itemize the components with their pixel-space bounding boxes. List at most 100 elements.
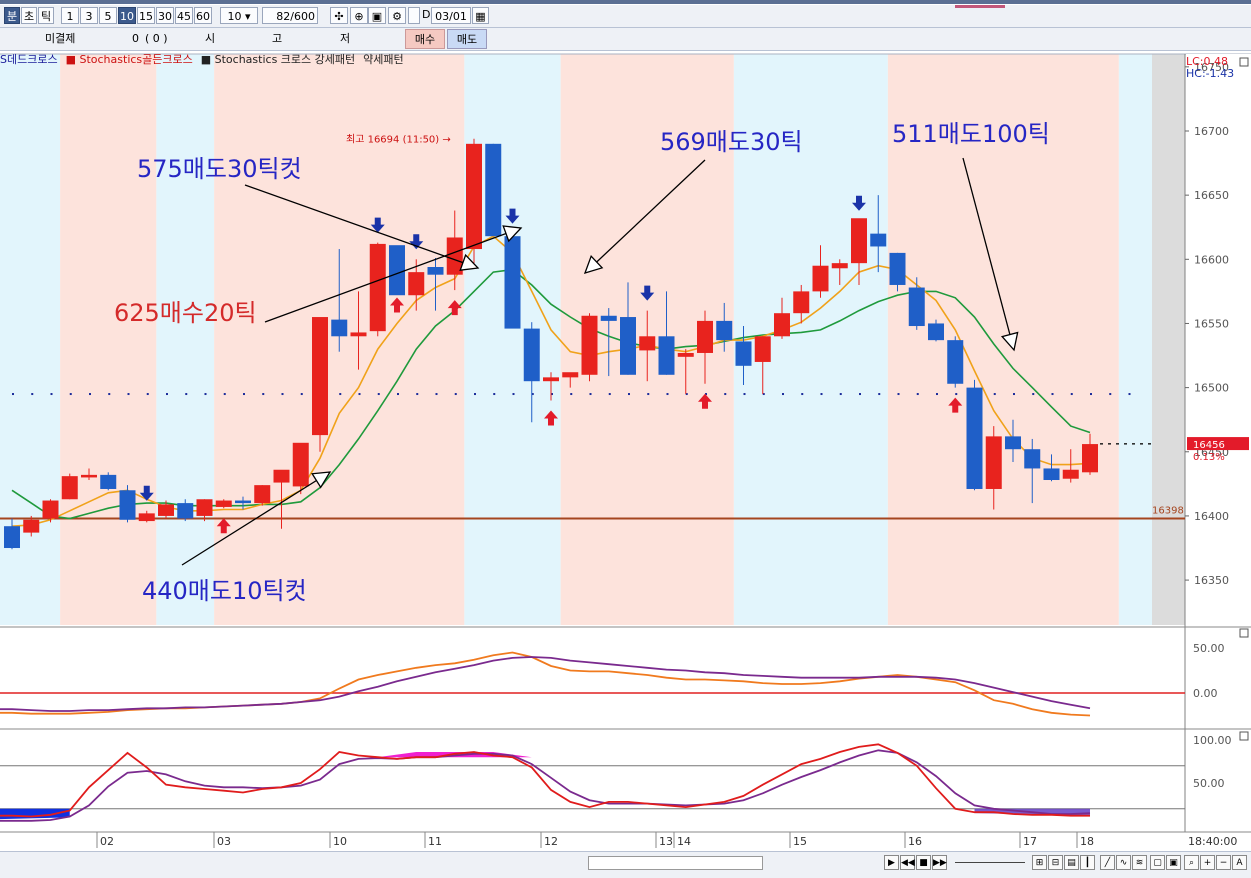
annotation-575-text: 575매도30틱컷 xyxy=(137,155,302,183)
dotted-level-dot-20 xyxy=(397,393,399,396)
dotted-level-dot-57 xyxy=(1109,393,1112,396)
candle-body-20 xyxy=(389,245,405,296)
dotted-level-dot-34 xyxy=(666,393,669,396)
candle-body-16 xyxy=(312,317,328,436)
candle-body-4 xyxy=(81,474,97,478)
current-price-dash-1116 xyxy=(1116,443,1119,445)
candle-body-40 xyxy=(774,313,790,337)
line-icon[interactable]: ┃ xyxy=(1080,855,1095,870)
legend-item-2: ■ Stochastics 크로스 강세패턴 xyxy=(200,53,356,66)
current-price-label: 16456 xyxy=(1193,440,1225,451)
time-label-5: 13 xyxy=(659,835,673,848)
candle-body-27 xyxy=(523,328,540,382)
macd-tick-1: 0.00 xyxy=(1193,687,1218,700)
stoch-red-line xyxy=(0,743,1090,818)
candle-body-55 xyxy=(1062,469,1079,479)
play-icon[interactable]: ▶ xyxy=(884,855,899,870)
candle-body-36 xyxy=(697,320,713,353)
dotted-level-dot-2 xyxy=(50,393,53,396)
time-label-7: 15 xyxy=(793,835,807,848)
shape-icon[interactable]: ▢ xyxy=(1150,855,1165,870)
candle-body-29 xyxy=(562,372,579,378)
candle-body-0 xyxy=(4,526,20,549)
background-band-8 xyxy=(1118,54,1152,625)
time-axis-clock: 18:40:00 xyxy=(1188,835,1237,848)
candle-body-9 xyxy=(177,503,194,519)
dotted-level-dot-33 xyxy=(647,393,650,396)
annotation-511: 511매도100틱 xyxy=(892,120,1050,148)
layout-icon[interactable]: ⊟ xyxy=(1048,855,1063,870)
dotted-level-dot-29 xyxy=(570,393,573,396)
draw-line-icon[interactable]: ╱ xyxy=(1100,855,1115,870)
candle-body-3 xyxy=(61,476,78,500)
dotted-level-dot-13 xyxy=(262,393,265,396)
text-tool-icon[interactable]: A xyxy=(1232,855,1247,870)
candle-body-52 xyxy=(1005,436,1021,450)
dotted-level-dot-41 xyxy=(801,393,804,396)
candle-body-19 xyxy=(369,243,386,332)
current-price-dash-1132 xyxy=(1132,443,1135,445)
candle-body-56 xyxy=(1082,444,1098,473)
search-icon[interactable]: ⌕ xyxy=(1184,855,1199,870)
dotted-level-dot-17 xyxy=(339,393,342,396)
annotation-569-text: 569매도30틱 xyxy=(660,128,803,156)
annotation-569: 569매도30틱 xyxy=(660,128,803,156)
legend-item-3: 약세패턴 xyxy=(363,53,404,66)
dotted-level-dot-53 xyxy=(1032,393,1035,396)
annotation-625: 625매수20틱 xyxy=(114,299,257,327)
candle-body-6 xyxy=(119,490,136,520)
stop-icon[interactable]: ■ xyxy=(916,855,931,870)
macd-panel-close-icon xyxy=(1239,628,1249,638)
candle-body-37 xyxy=(716,320,733,341)
dotted-level-dot-12 xyxy=(243,393,245,396)
dotted-level-dot-14 xyxy=(281,393,284,396)
dotted-level-dot-42 xyxy=(820,393,823,396)
candlestick-chart: 1635016400164501650016550166001665016700… xyxy=(0,53,1251,851)
forward-icon[interactable]: ▶▶ xyxy=(932,855,947,870)
candle-body-49 xyxy=(947,340,964,384)
background-band-4 xyxy=(464,54,561,625)
background-band-1 xyxy=(60,54,157,625)
candle-body-15 xyxy=(292,442,309,487)
dotted-level-dot-7 xyxy=(146,393,149,396)
dotted-level-dot-55 xyxy=(1070,393,1073,396)
fib-icon[interactable]: ≋ xyxy=(1132,855,1147,870)
candle-body-2 xyxy=(42,500,59,519)
price-tick-label-6: 16650 xyxy=(1194,189,1229,202)
price-tick-label-4: 16550 xyxy=(1194,317,1229,330)
annotation-575: 575매도30틱컷 xyxy=(137,155,302,183)
price-tick-label-1: 16400 xyxy=(1194,510,1229,523)
price-tick-label-0: 16350 xyxy=(1194,574,1229,587)
stoch-panel-close-icon xyxy=(1239,731,1249,741)
dotted-level-dot-5 xyxy=(108,393,111,396)
candle-body-42 xyxy=(812,265,829,292)
dotted-level-dot-3 xyxy=(69,393,72,396)
dotted-level-dot-23 xyxy=(454,393,457,396)
panel-icon[interactable]: ▤ xyxy=(1064,855,1079,870)
dotted-level-dot-46 xyxy=(897,393,900,396)
dotted-level-dot-38 xyxy=(743,393,746,396)
dotted-level-dot-49 xyxy=(955,393,958,396)
trend-icon[interactable]: ∿ xyxy=(1116,855,1131,870)
current-price-dash-1124 xyxy=(1124,443,1127,445)
zoom-out-icon[interactable]: − xyxy=(1216,855,1231,870)
panel-close-icon xyxy=(1239,57,1249,67)
dotted-level-dot-9 xyxy=(185,393,188,396)
dotted-level-dot-26 xyxy=(512,393,515,396)
stoch-tick-0: 100.00 xyxy=(1193,734,1232,747)
speed-slider[interactable] xyxy=(955,862,1025,863)
time-label-8: 16 xyxy=(908,835,922,848)
candle-body-5 xyxy=(100,474,117,489)
candle-body-26 xyxy=(504,236,521,329)
candle-body-7 xyxy=(138,513,155,522)
annotation-440: 440매도10틱컷 xyxy=(142,577,307,605)
zoom-in-icon[interactable]: + xyxy=(1200,855,1215,870)
image-icon[interactable]: ▣ xyxy=(1166,855,1181,870)
candle-body-25 xyxy=(485,143,502,237)
rewind-icon[interactable]: ◀◀ xyxy=(900,855,915,870)
scroll-thumb[interactable] xyxy=(588,856,763,870)
candle-body-10 xyxy=(196,499,213,516)
grid-icon[interactable]: ⊞ xyxy=(1032,855,1047,870)
candle-body-54 xyxy=(1043,468,1060,481)
dotted-level-dot-24 xyxy=(474,393,476,396)
